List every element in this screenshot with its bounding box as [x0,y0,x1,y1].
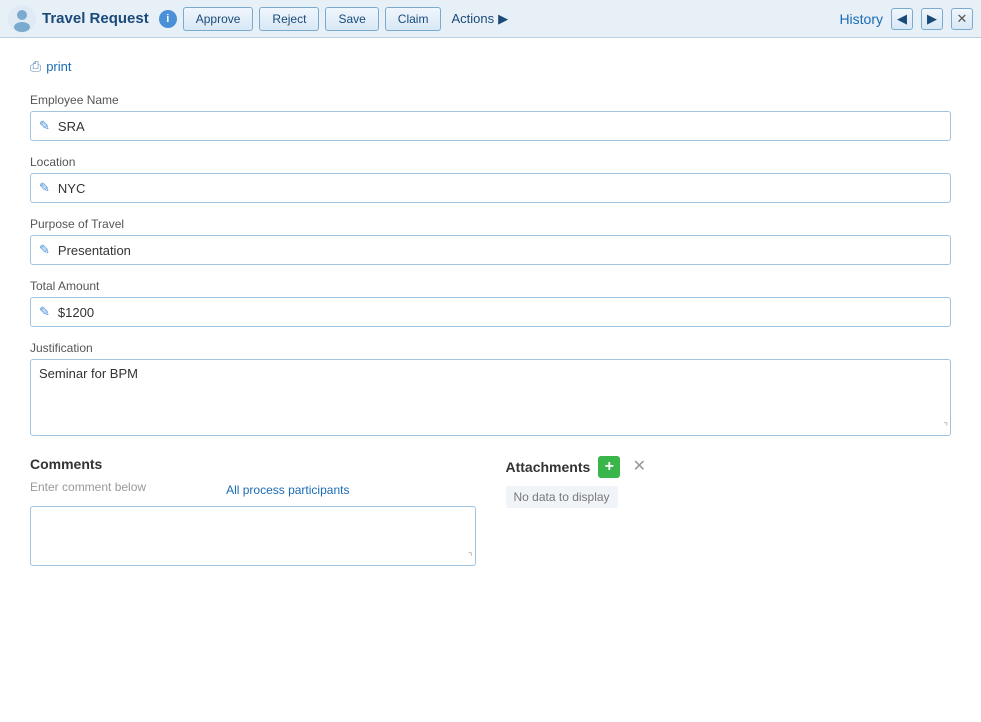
save-button[interactable]: Save [325,7,378,31]
attachments-title: Attachments + ✕ [506,456,952,478]
next-icon: ▶ [927,11,937,27]
comments-title-text: Comments [30,456,102,472]
purpose-field-group: Purpose of Travel ✎ [30,217,951,265]
print-icon: ⎙ [30,58,41,75]
comments-section: Comments Enter comment below All process… [30,456,476,566]
attachments-section: Attachments + ✕ No data to display [506,456,952,566]
location-input[interactable] [58,181,942,196]
purpose-edit-icon[interactable]: ✎ [39,242,50,258]
attachment-remove-button[interactable]: ✕ [628,456,650,478]
main-content: ⎙ print Employee Name ✎ Location ✎ Purpo… [0,38,981,586]
purpose-label: Purpose of Travel [30,217,951,231]
justification-textarea-wrap[interactable]: Seminar for BPM ⌝ [30,359,951,436]
comment-resize-handle-icon: ⌝ [468,553,473,563]
total-amount-input[interactable] [58,305,942,320]
comment-textarea[interactable] [39,513,467,561]
justification-field-group: Justification Seminar for BPM ⌝ [30,341,951,436]
avatar-icon [8,5,36,33]
actions-group[interactable]: Actions ▶ [451,11,508,27]
actions-arrow-icon: ▶ [498,11,508,27]
location-label: Location [30,155,951,169]
comments-title: Comments [30,456,476,472]
print-link[interactable]: ⎙ print [30,58,951,75]
attachment-add-icon: + [605,459,614,475]
toolbar-right: History ◀ ▶ ✕ [839,8,973,30]
total-amount-input-wrap[interactable]: ✎ [30,297,951,327]
no-data-text: No data to display [506,486,618,508]
attachment-remove-icon: ✕ [633,459,646,475]
comment-hint-row: Enter comment below All process particip… [30,480,476,500]
employee-name-label: Employee Name [30,93,951,107]
employee-name-edit-icon[interactable]: ✎ [39,118,50,134]
prev-icon: ◀ [897,11,907,27]
employee-name-input-wrap[interactable]: ✎ [30,111,951,141]
actions-label: Actions [451,11,494,26]
toolbar: Travel Request i Approve Reject Save Cla… [0,0,981,38]
print-label: print [46,59,71,74]
total-amount-edit-icon[interactable]: ✎ [39,304,50,320]
close-button[interactable]: ✕ [951,8,973,30]
app-title: Travel Request [42,10,149,27]
total-amount-field-group: Total Amount ✎ [30,279,951,327]
location-edit-icon[interactable]: ✎ [39,180,50,196]
comment-hint-text: Enter comment below [30,480,146,494]
info-icon[interactable]: i [159,10,177,28]
history-label: History [839,11,883,27]
attachments-title-text: Attachments [506,459,591,475]
participants-link[interactable]: All process participants [226,483,349,497]
approve-button[interactable]: Approve [183,7,254,31]
bottom-section: Comments Enter comment below All process… [30,456,951,566]
employee-name-field-group: Employee Name ✎ [30,93,951,141]
justification-textarea[interactable]: Seminar for BPM [39,366,942,426]
location-field-group: Location ✎ [30,155,951,203]
reject-button[interactable]: Reject [259,7,319,31]
justification-label: Justification [30,341,951,355]
total-amount-label: Total Amount [30,279,951,293]
purpose-input-wrap[interactable]: ✎ [30,235,951,265]
toolbar-left: Travel Request i Approve Reject Save Cla… [8,5,833,33]
employee-name-input[interactable] [58,119,942,134]
location-input-wrap[interactable]: ✎ [30,173,951,203]
resize-handle-icon: ⌝ [943,423,948,433]
next-button[interactable]: ▶ [921,8,943,30]
attachment-add-button[interactable]: + [598,456,620,478]
prev-button[interactable]: ◀ [891,8,913,30]
close-icon: ✕ [957,11,968,27]
purpose-input[interactable] [58,243,942,258]
comment-textarea-wrap[interactable]: ⌝ [30,506,476,566]
claim-button[interactable]: Claim [385,7,442,31]
